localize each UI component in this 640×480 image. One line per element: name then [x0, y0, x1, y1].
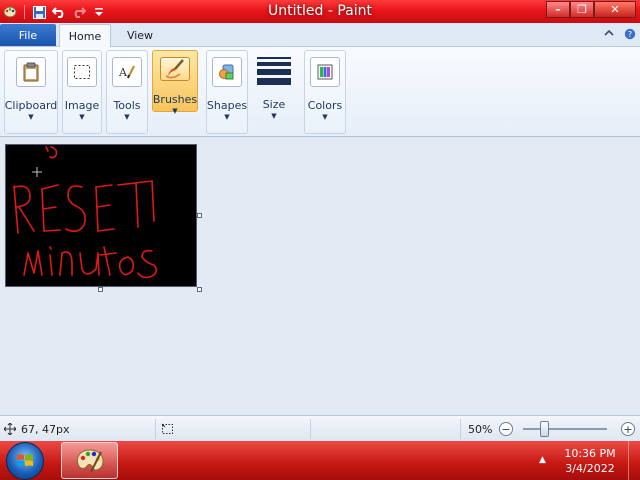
selection-size-icon — [161, 416, 174, 442]
brushes-group-label: Brushes — [152, 93, 198, 106]
shapes-group[interactable]: Shapes ▼ — [206, 50, 248, 134]
window-controls: – ❐ ✕ — [546, 1, 636, 18]
size-group-label: Size — [262, 98, 286, 111]
close-button[interactable]: ✕ — [594, 1, 636, 18]
windows-logo-icon — [17, 454, 33, 466]
undo-icon[interactable] — [51, 4, 67, 20]
tab-view[interactable]: View — [116, 24, 164, 47]
tools-group[interactable]: A Tools ▼ — [106, 50, 148, 134]
colors-group[interactable]: Colors ▼ — [304, 50, 346, 134]
ribbon-home: Clipboard ▼ Image ▼ A Tools ▼ Brushes ▼ — [0, 47, 640, 137]
minimize-button[interactable]: – — [546, 1, 570, 18]
select-icon — [67, 57, 97, 87]
zoom-slider-track[interactable] — [523, 428, 607, 430]
clipboard-dropdown-chevron-icon: ▼ — [28, 113, 34, 121]
ribbon-tools: ? — [604, 28, 636, 43]
shapes-group-label: Shapes — [206, 99, 248, 112]
zoom-level: 50% — [468, 422, 493, 436]
status-divider — [460, 419, 461, 439]
resize-handle-bottom[interactable] — [98, 287, 103, 292]
colors-group-label: Colors — [307, 99, 343, 112]
show-desktop-button[interactable] — [628, 441, 640, 480]
brushes-dropdown-chevron-icon: ▼ — [172, 107, 178, 115]
clock-date: 3/4/2022 — [565, 462, 615, 475]
shapes-icon — [212, 57, 242, 87]
taskbar: ▲ 10:36 PM 3/4/2022 — [0, 441, 640, 480]
brushes-group[interactable]: Brushes ▼ — [152, 50, 198, 115]
ribbon-tab-row: File Home View ? — [0, 23, 640, 47]
tab-file[interactable]: File — [0, 24, 56, 46]
line-size-icon — [257, 56, 291, 86]
image-group-label: Image — [64, 99, 100, 112]
redo-icon[interactable] — [71, 4, 87, 20]
show-hidden-icons-chevron-icon[interactable]: ▲ — [539, 455, 546, 465]
brush-icon — [160, 57, 190, 81]
tools-dropdown-chevron-icon: ▼ — [124, 113, 130, 121]
clipboard-group[interactable]: Clipboard ▼ — [4, 50, 58, 134]
quick-access-toolbar — [0, 2, 107, 22]
size-group[interactable]: Size ▼ — [252, 50, 296, 134]
svg-text:?: ? — [628, 30, 632, 39]
resize-handle-right[interactable] — [197, 213, 202, 218]
image-group[interactable]: Image ▼ — [62, 50, 102, 134]
tab-home[interactable]: Home — [59, 24, 111, 47]
status-divider — [155, 419, 156, 439]
canvas-workspace — [0, 138, 640, 415]
save-icon[interactable] — [31, 4, 47, 20]
customize-qat-chevron-icon[interactable] — [91, 4, 107, 20]
help-icon[interactable]: ? — [624, 28, 636, 43]
maximize-button[interactable]: ❐ — [570, 1, 594, 18]
cursor-position: 67, 47px — [21, 422, 70, 436]
clipboard-icon — [16, 57, 46, 87]
paint-palette-icon — [76, 448, 104, 472]
qat-separator — [24, 5, 25, 19]
size-dropdown-chevron-icon: ▼ — [271, 112, 277, 120]
image-dropdown-chevron-icon: ▼ — [79, 113, 85, 121]
palette-icon — [310, 57, 340, 87]
drawing-canvas[interactable] — [5, 144, 197, 287]
text-tool-icon: A — [112, 57, 142, 87]
system-clock[interactable]: 10:36 PM 3/4/2022 — [556, 446, 624, 476]
resize-handle-corner[interactable] — [197, 287, 202, 292]
canvas-drawing — [13, 146, 158, 279]
clipboard-group-label: Clipboard — [4, 99, 58, 112]
status-bar: 67, 47px 50% − + — [0, 415, 640, 441]
title-bar: Untitled - Paint – ❐ ✕ — [0, 0, 640, 23]
colors-dropdown-chevron-icon: ▼ — [322, 113, 328, 121]
start-button[interactable] — [6, 442, 44, 480]
zoom-in-button[interactable]: + — [621, 422, 635, 436]
svg-text:A: A — [118, 66, 128, 79]
cursor-position-icon — [4, 416, 16, 442]
tools-group-label: Tools — [113, 99, 141, 112]
zoom-slider-thumb[interactable] — [540, 421, 549, 437]
zoom-out-button[interactable]: − — [499, 422, 513, 436]
clock-time: 10:36 PM — [564, 447, 616, 460]
minimize-ribbon-chevron-icon[interactable] — [604, 28, 614, 43]
taskbar-paint-button[interactable] — [61, 442, 118, 479]
paint-app-icon[interactable] — [2, 4, 18, 20]
status-divider — [310, 419, 311, 439]
shapes-dropdown-chevron-icon: ▼ — [224, 113, 230, 121]
